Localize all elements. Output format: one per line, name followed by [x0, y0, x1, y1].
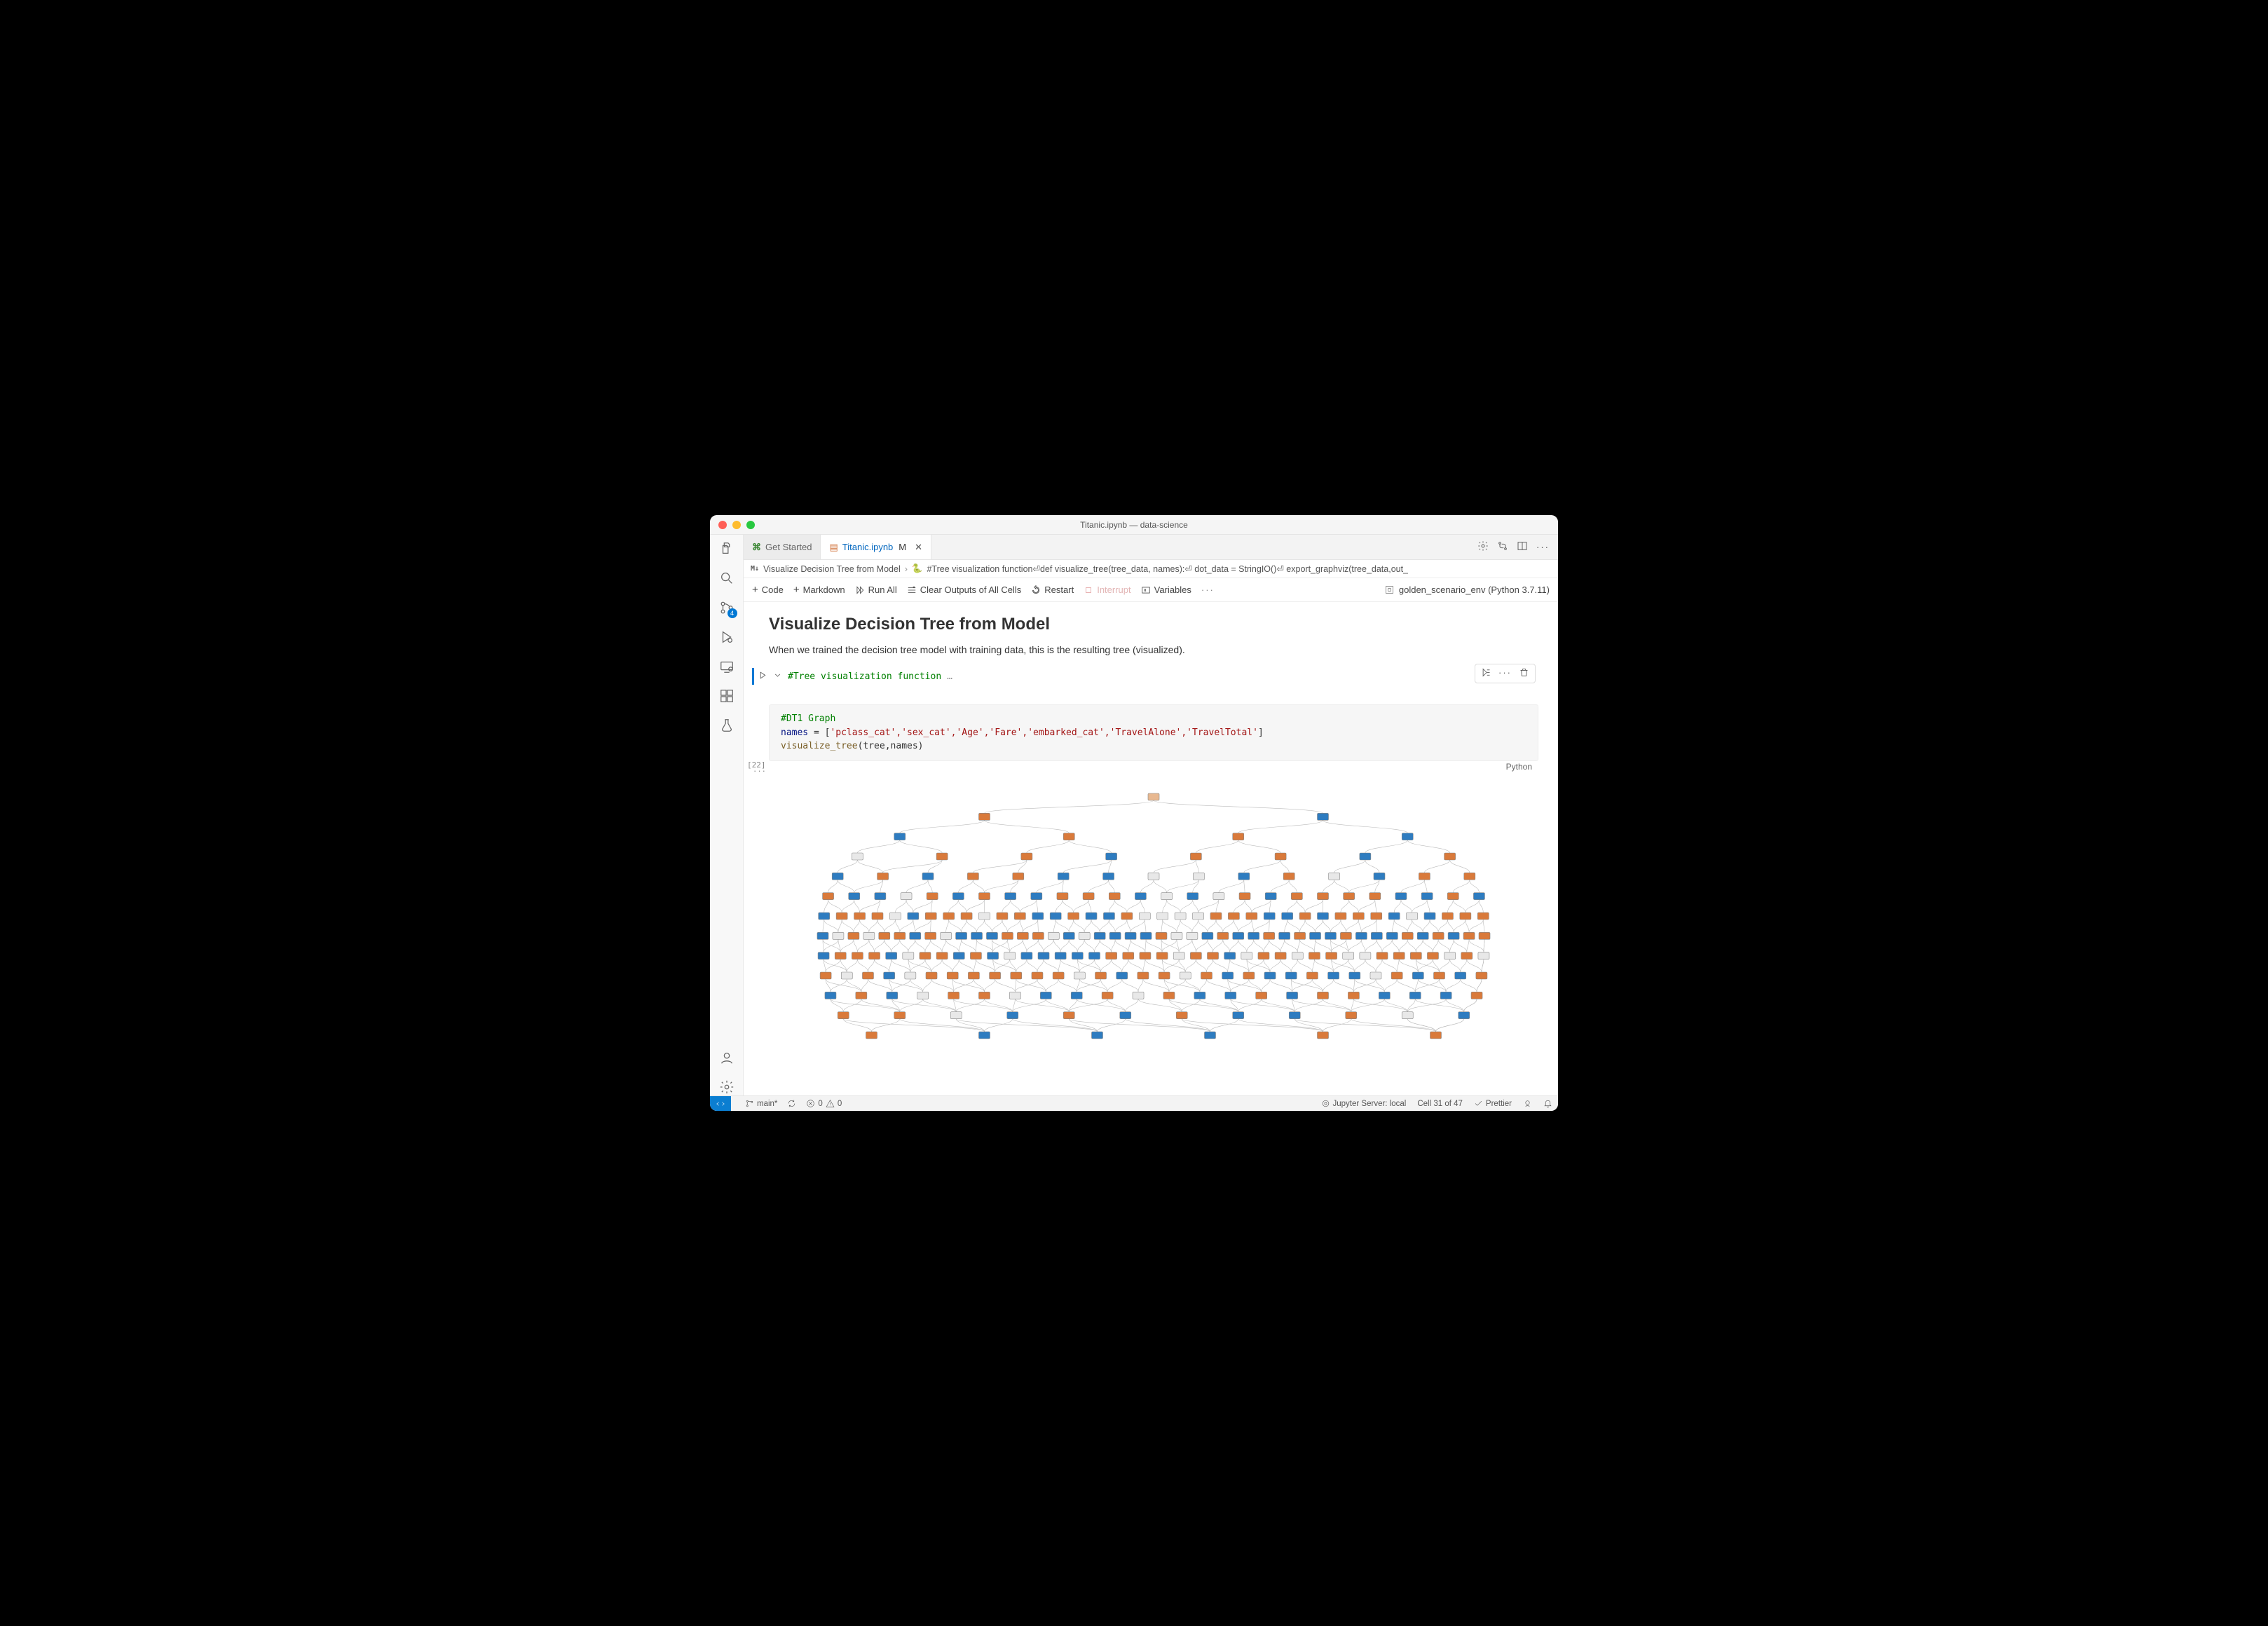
maximize-window-button[interactable]	[746, 521, 755, 529]
notebook-body[interactable]: Visualize Decision Tree from Model When …	[744, 602, 1558, 1095]
remote-explorer-icon[interactable]	[718, 658, 735, 675]
toolbar-more-icon[interactable]: ···	[1201, 585, 1215, 595]
accounts-icon[interactable]	[718, 1049, 735, 1066]
window-controls	[718, 521, 755, 529]
git-branch[interactable]: main*	[745, 1099, 777, 1108]
cell-toolbar: ···	[1475, 664, 1536, 683]
interrupt-button[interactable]: Interrupt	[1084, 585, 1130, 595]
breadcrumb-cell: #Tree visualization function⏎def visuali…	[927, 563, 1408, 574]
collapsed-ellipsis: …	[947, 671, 952, 682]
titlebar: Titanic.ipynb — data-science	[710, 515, 1558, 535]
activity-bar: 4	[710, 535, 744, 1095]
tab-titanic-notebook[interactable]: ▤ Titanic.ipynb M ✕	[821, 535, 931, 559]
settings-gear-icon[interactable]	[718, 1079, 735, 1095]
tab-get-started[interactable]: ⌘ Get Started	[744, 535, 821, 559]
diff-icon[interactable]	[1497, 540, 1508, 554]
split-editor-icon[interactable]	[1517, 540, 1528, 554]
editor-actions: ···	[1469, 535, 1558, 559]
close-window-button[interactable]	[718, 521, 727, 529]
markdown-icon: M↓	[751, 565, 759, 573]
breadcrumb-section: Visualize Decision Tree from Model	[763, 564, 901, 574]
run-debug-icon[interactable]	[718, 629, 735, 645]
close-tab-icon[interactable]: ✕	[915, 542, 922, 553]
feedback-icon[interactable]	[1523, 1099, 1532, 1108]
output-collapse-icon[interactable]: ···	[753, 765, 1538, 776]
search-icon[interactable]	[718, 570, 735, 587]
extensions-icon[interactable]	[718, 688, 735, 704]
source-control-icon[interactable]: 4	[718, 599, 735, 616]
decision-tree-svg	[769, 790, 1538, 1042]
kernel-picker[interactable]: golden_scenario_env (Python 3.7.11)	[1384, 585, 1550, 595]
python-icon: 🐍	[912, 563, 923, 574]
notebook-toolbar: +Code +Markdown Run All Clear Outputs of…	[744, 578, 1558, 602]
cell-more-icon[interactable]: ···	[1498, 667, 1512, 680]
problems[interactable]: 0 0	[806, 1099, 842, 1108]
clear-outputs-button[interactable]: Clear Outputs of All Cells	[907, 585, 1022, 595]
testing-icon[interactable]	[718, 717, 735, 734]
window-title: Titanic.ipynb — data-science	[710, 520, 1558, 530]
add-markdown-button[interactable]: +Markdown	[793, 585, 845, 595]
execution-count: [22]	[747, 760, 766, 772]
source-control-badge: 4	[727, 608, 737, 618]
tab-label: Titanic.ipynb	[842, 542, 894, 552]
editor-tabs: ⌘ Get Started ▤ Titanic.ipynb M ✕ ···	[744, 535, 1558, 560]
tree-output	[769, 790, 1538, 1042]
variables-button[interactable]: Variables	[1141, 585, 1191, 595]
vscode-window: Titanic.ipynb — data-science 4	[710, 515, 1558, 1111]
add-code-button[interactable]: +Code	[752, 585, 784, 595]
jupyter-server[interactable]: Jupyter Server: local	[1321, 1099, 1407, 1108]
chevron-down-icon[interactable]	[773, 671, 782, 682]
paragraph: When we trained the decision tree model …	[769, 644, 1538, 655]
code-comment: #Tree visualization function	[788, 671, 941, 682]
cell-position[interactable]: Cell 31 of 47	[1417, 1100, 1463, 1108]
chevron-right-icon: ›	[905, 564, 908, 574]
run-cell-icon[interactable]	[758, 671, 767, 682]
code-cell[interactable]: #DT1 Graph names = ['pclass_cat','sex_ca…	[769, 704, 1538, 1042]
delete-cell-icon[interactable]	[1519, 667, 1529, 680]
status-bar: main* 0 0 Jupyter Server: local Cell 31 …	[710, 1095, 1558, 1111]
bell-icon[interactable]	[1543, 1099, 1552, 1108]
modified-indicator: M	[899, 542, 906, 552]
heading: Visualize Decision Tree from Model	[769, 615, 1538, 634]
sync-icon[interactable]	[787, 1099, 796, 1108]
tab-label: Get Started	[765, 542, 812, 552]
more-actions-icon[interactable]: ···	[1536, 542, 1550, 552]
cell-language[interactable]: Python	[1506, 760, 1532, 773]
breadcrumb[interactable]: M↓ Visualize Decision Tree from Model › …	[744, 560, 1558, 578]
collapsed-code-cell[interactable]: ··· #Tree visualization function …	[769, 668, 1538, 685]
notebook-icon: ▤	[829, 542, 838, 553]
markdown-cell[interactable]: Visualize Decision Tree from Model When …	[769, 615, 1538, 655]
vscode-icon: ⌘	[752, 542, 761, 553]
restart-button[interactable]: Restart	[1031, 585, 1074, 595]
formatter[interactable]: Prettier	[1474, 1099, 1512, 1108]
run-all-button[interactable]: Run All	[855, 585, 897, 595]
remote-indicator[interactable]	[710, 1096, 731, 1112]
explorer-icon[interactable]	[718, 540, 735, 557]
run-by-line-icon[interactable]	[1481, 667, 1491, 680]
gear-icon[interactable]	[1477, 540, 1489, 554]
minimize-window-button[interactable]	[732, 521, 741, 529]
